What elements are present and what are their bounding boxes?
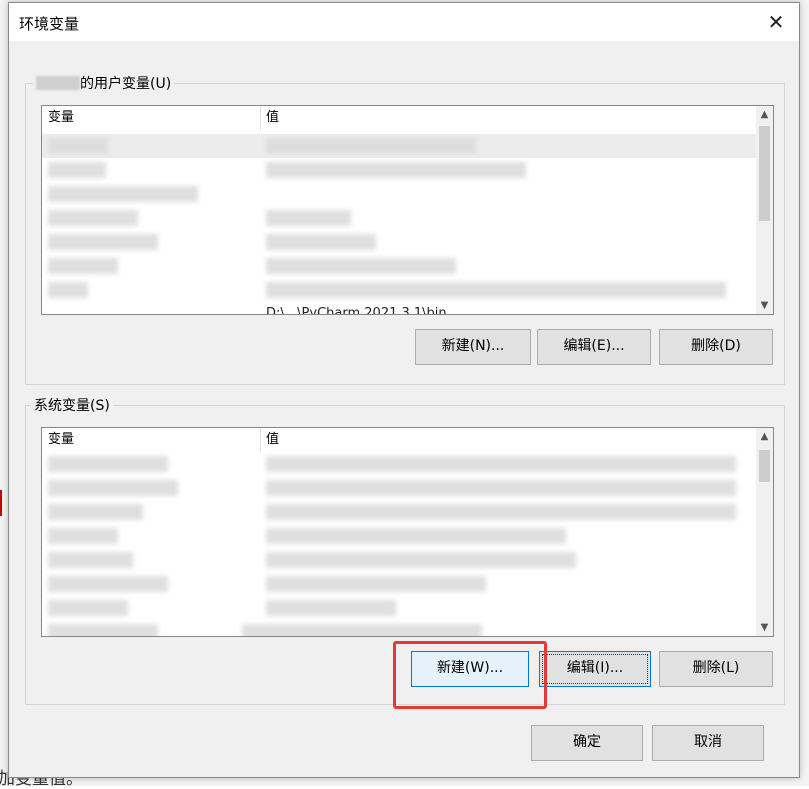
table-row[interactable]	[42, 230, 756, 254]
redacted-text	[266, 162, 526, 178]
redacted-text	[266, 234, 376, 250]
redacted-text	[266, 552, 576, 568]
redacted-text	[48, 600, 128, 616]
redacted-text	[48, 258, 118, 274]
cancel-button[interactable]: 取消	[652, 725, 764, 761]
table-row[interactable]	[42, 134, 756, 158]
user-list-scrollbar[interactable]: ▲ ▼	[756, 106, 773, 314]
column-header-value[interactable]: 值	[260, 428, 279, 452]
ok-button[interactable]: 确定	[531, 725, 643, 761]
redacted-text	[266, 528, 566, 544]
table-row[interactable]	[42, 500, 756, 524]
environment-variables-dialog: 环境变量 ✕ 的用户变量(U) 变量 值 D:\...\PyCharm 2021…	[8, 2, 800, 778]
redacted-text	[266, 258, 456, 274]
redacted-text	[242, 624, 482, 636]
column-header-variable[interactable]: 变量	[42, 106, 74, 130]
system-variables-list[interactable]: 变量 值 ▲ ▼	[41, 427, 774, 637]
table-row[interactable]	[42, 572, 756, 596]
table-row[interactable]	[42, 158, 756, 182]
table-row[interactable]	[42, 476, 756, 500]
redacted-text	[266, 282, 726, 298]
redacted-text	[266, 138, 476, 154]
scroll-up-icon[interactable]: ▲	[756, 106, 773, 123]
redacted-text	[266, 456, 736, 472]
user-variable-rows: D:\...\PyCharm 2021.3.1\bin	[42, 130, 756, 314]
redacted-text	[266, 600, 396, 616]
system-variable-rows	[42, 452, 756, 636]
redacted-text	[48, 504, 143, 520]
user-delete-button[interactable]: 删除(D)	[659, 329, 773, 365]
redacted-text	[48, 210, 138, 226]
dialog-title: 环境变量	[19, 15, 80, 33]
system-edit-button[interactable]: 编辑(I)...	[539, 651, 651, 687]
table-row[interactable]	[42, 278, 756, 302]
redacted-text	[48, 282, 88, 298]
table-row[interactable]	[42, 620, 756, 636]
system-delete-button[interactable]: 删除(L)	[659, 651, 773, 687]
redacted-text	[48, 480, 178, 496]
redacted-text	[48, 456, 168, 472]
user-variables-list[interactable]: 变量 值 D:\...\PyCharm 2021.3.1\bin ▲ ▼	[41, 105, 774, 315]
redacted-text	[48, 162, 106, 178]
table-row[interactable]	[42, 524, 756, 548]
user-variables-label: 的用户变量(U)	[33, 73, 175, 93]
table-row[interactable]	[42, 206, 756, 230]
title-bar: 环境变量 ✕	[9, 3, 799, 41]
table-row[interactable]	[42, 254, 756, 278]
scroll-thumb[interactable]	[759, 450, 770, 482]
column-header-variable[interactable]: 变量	[42, 428, 74, 452]
table-row[interactable]	[42, 548, 756, 572]
user-edit-button[interactable]: 编辑(E)...	[537, 329, 651, 365]
system-list-scrollbar[interactable]: ▲ ▼	[756, 428, 773, 636]
close-button[interactable]: ✕	[761, 9, 791, 35]
scroll-down-icon[interactable]: ▼	[756, 297, 773, 314]
blurred-username	[36, 76, 80, 90]
scroll-down-icon[interactable]: ▼	[756, 619, 773, 636]
table-row[interactable]	[42, 182, 756, 206]
redacted-text	[48, 186, 198, 202]
user-new-button[interactable]: 新建(N)...	[415, 329, 531, 365]
partial-value-text: D:\...\PyCharm 2021.3.1\bin	[266, 306, 447, 315]
red-highlight-box	[393, 641, 547, 709]
redacted-text	[266, 504, 736, 520]
background-red-mark	[0, 490, 8, 516]
scroll-thumb[interactable]	[759, 126, 770, 221]
redacted-text	[48, 624, 158, 636]
redacted-text	[48, 234, 158, 250]
redacted-text	[266, 210, 351, 226]
redacted-text	[48, 576, 168, 592]
table-row[interactable]	[42, 452, 756, 476]
redacted-text	[48, 528, 118, 544]
redacted-text	[48, 552, 133, 568]
table-row[interactable]	[42, 596, 756, 620]
scroll-up-icon[interactable]: ▲	[756, 428, 773, 445]
table-row[interactable]: D:\...\PyCharm 2021.3.1\bin	[42, 302, 756, 315]
redacted-text	[266, 480, 736, 496]
column-header-value[interactable]: 值	[260, 106, 279, 130]
redacted-text	[266, 576, 486, 592]
system-variables-label: 系统变量(S)	[31, 395, 113, 415]
redacted-text	[48, 138, 108, 154]
